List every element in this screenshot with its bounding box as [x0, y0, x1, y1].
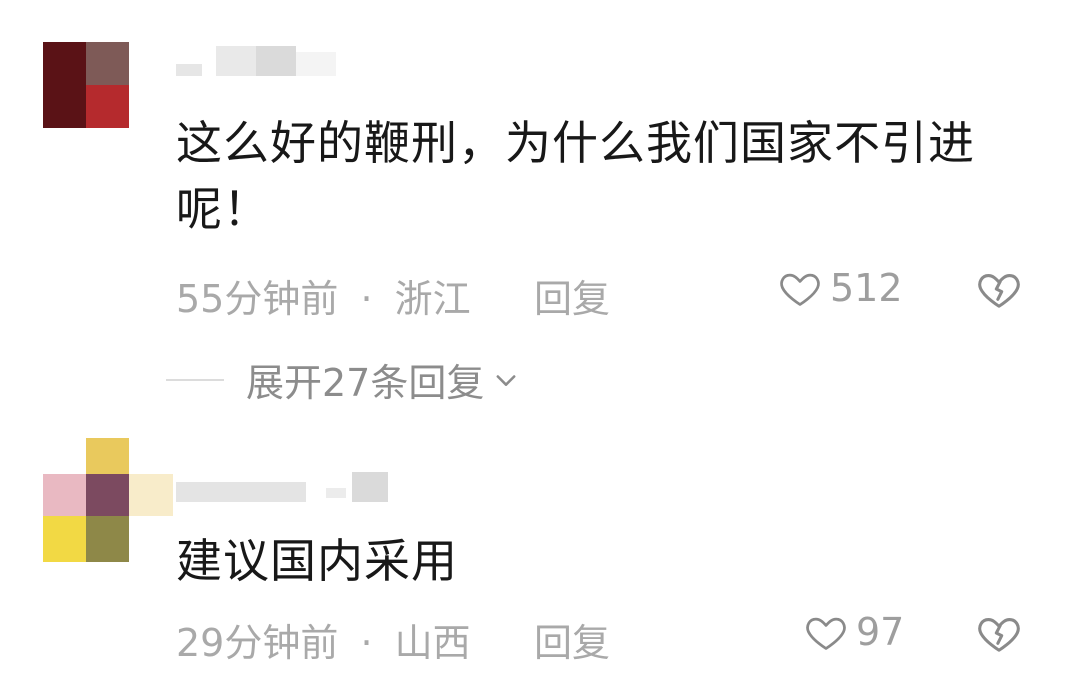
comment-text: 建议国内采用 [176, 534, 458, 588]
username-blurred[interactable] [176, 472, 396, 502]
comment-item: 建议国内采用 29分钟前 · 山西 回复 97 [0, 0, 1080, 682]
like-count: 97 [856, 610, 905, 654]
like-button[interactable]: 97 [804, 610, 904, 654]
comment-location: 山西 [394, 621, 471, 665]
meta-separator: · [360, 621, 373, 665]
comment-meta: 29分钟前 · 山西 [176, 612, 471, 667]
reply-button[interactable]: 回复 [534, 612, 610, 667]
avatar[interactable] [43, 438, 173, 562]
comment-time: 29分钟前 [176, 621, 339, 665]
broken-heart-icon [978, 618, 1020, 652]
heart-icon [806, 617, 846, 650]
dislike-button[interactable] [976, 610, 1022, 660]
